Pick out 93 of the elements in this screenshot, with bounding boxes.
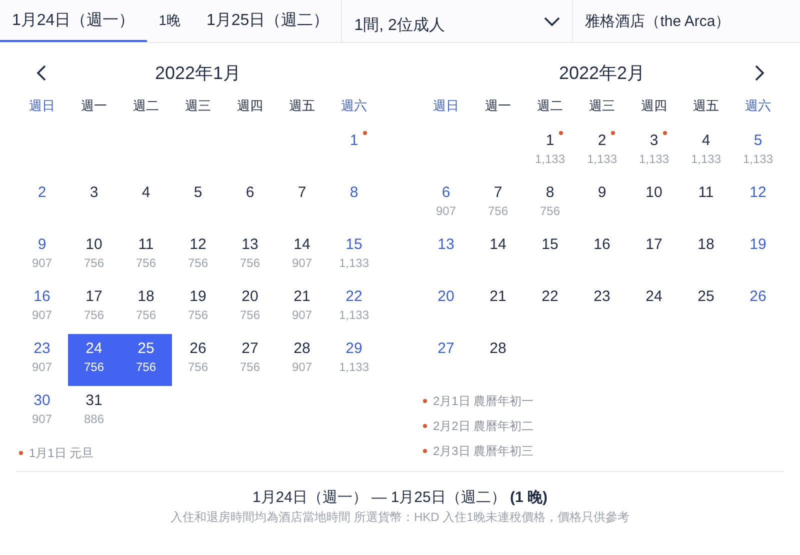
calendar-day[interactable]: 24 756 (68, 334, 120, 386)
price-note: 入住和退房時間均為酒店當地時間 所選貨幣：HKD 入住1晚未連稅價格，價格只供參考 (170, 509, 630, 525)
next-month-button[interactable] (753, 64, 765, 82)
calendar-day[interactable]: 17 (628, 230, 680, 282)
date-range-summary: 1月24日（週一） — 1月25日（週二） (1 晚) (251, 488, 549, 508)
calendar-day[interactable]: 15 1,133 (328, 230, 380, 282)
holiday-note: 1月1日 元旦 (29, 445, 94, 462)
calendar-day[interactable]: 9 (576, 178, 628, 230)
calendar-day[interactable]: 26 (732, 282, 784, 334)
calendar-day[interactable]: 7 (276, 178, 328, 230)
holiday-dot (423, 424, 427, 428)
weekday-label: 週二 (536, 97, 564, 115)
weekday-label: 週六 (340, 97, 368, 115)
calendar-day[interactable]: 18 756 (120, 282, 172, 334)
holiday-dot (423, 449, 427, 453)
calendar-day[interactable]: 4 (120, 178, 172, 230)
calendar-day[interactable]: 23 (576, 282, 628, 334)
calendar-day[interactable]: 18 (680, 230, 732, 282)
calendar-day[interactable]: 30 907 (16, 386, 68, 438)
calendar-day[interactable]: 15 (524, 230, 576, 282)
holiday-note: 2月1日 農曆年初一 (433, 393, 534, 410)
calendar-day[interactable]: 14 907 (276, 230, 328, 282)
calendar-day[interactable]: 1 (328, 126, 380, 178)
calendar-day[interactable]: 3 (68, 178, 120, 230)
calendar-day[interactable]: 9 907 (16, 230, 68, 282)
calendar-day[interactable]: 2 1,133 (576, 126, 628, 178)
weekday-label: 週四 (236, 97, 264, 115)
chevron-down-icon (544, 16, 560, 26)
calendar-day[interactable]: 17 756 (68, 282, 120, 334)
calendar-day[interactable]: 28 907 (276, 334, 328, 386)
weekday-label: 週五 (692, 97, 720, 115)
calendar-day[interactable]: 22 (524, 282, 576, 334)
calendar-day[interactable]: 11 (680, 178, 732, 230)
calendar-day[interactable]: 10 (628, 178, 680, 230)
holiday-note: 2月3日 農曆年初三 (433, 443, 534, 460)
month-title: 2022年1月 (154, 62, 242, 85)
calendar-day[interactable]: 19 (732, 230, 784, 282)
calendar-day[interactable]: 1 1,133 (524, 126, 576, 178)
guests-dropdown[interactable]: 1間, 2位成人 (341, 0, 572, 42)
weekday-label: 週日 (432, 97, 460, 115)
weekday-label: 週四 (640, 97, 668, 115)
holiday-dot (423, 399, 427, 403)
calendar-day[interactable]: 22 1,133 (328, 282, 380, 334)
calendar-day[interactable]: 5 (172, 178, 224, 230)
calendar-day[interactable]: 12 756 (172, 230, 224, 282)
weekday-label: 週一 (80, 97, 108, 115)
check-out-date-tab[interactable]: 1月25日（週二） (194, 0, 342, 42)
holiday-note: 2月2日 農曆年初二 (433, 418, 534, 435)
calendar-day[interactable]: 25 (680, 282, 732, 334)
weekday-label: 週三 (588, 97, 616, 115)
weekday-label: 週三 (184, 97, 212, 115)
calendar-day[interactable]: 25 756 (120, 334, 172, 386)
calendar-day[interactable]: 31 886 (68, 386, 120, 438)
weekday-label: 週五 (288, 97, 316, 115)
calendar-day[interactable]: 6 907 (420, 178, 472, 230)
month-title: 2022年2月 (558, 62, 646, 85)
calendar-day[interactable]: 27 (420, 334, 472, 386)
calendar-day[interactable]: 2 (16, 178, 68, 230)
calendar-day[interactable]: 19 756 (172, 282, 224, 334)
calendar-day[interactable]: 5 1,133 (732, 126, 784, 178)
calendar-day[interactable]: 13 756 (224, 230, 276, 282)
weekday-label: 週一 (484, 97, 512, 115)
weekday-label: 週日 (28, 97, 56, 115)
calendar-day[interactable]: 26 756 (172, 334, 224, 386)
weekday-label: 週六 (744, 97, 772, 115)
calendar-day[interactable]: 7 756 (472, 178, 524, 230)
calendar-day[interactable]: 8 756 (524, 178, 576, 230)
calendar-day[interactable]: 8 (328, 178, 380, 230)
calendar-day[interactable]: 11 756 (120, 230, 172, 282)
calendar-day[interactable]: 23 907 (16, 334, 68, 386)
weekday-label: 週二 (132, 97, 160, 115)
holiday-dot (19, 451, 23, 455)
calendar-day[interactable]: 14 (472, 230, 524, 282)
calendar-day[interactable]: 24 (628, 282, 680, 334)
calendar-day[interactable]: 21 907 (276, 282, 328, 334)
calendar-day[interactable]: 29 1,133 (328, 334, 380, 386)
calendar-day[interactable]: 16 907 (16, 282, 68, 334)
calendar-day[interactable]: 4 1,133 (680, 126, 732, 178)
calendar-day[interactable]: 20 (420, 282, 472, 334)
calendar-day[interactable]: 13 (420, 230, 472, 282)
calendar-day[interactable]: 21 (472, 282, 524, 334)
calendar-day[interactable]: 27 756 (224, 334, 276, 386)
calendar-day[interactable]: 6 (224, 178, 276, 230)
calendar-day[interactable]: 16 (576, 230, 628, 282)
calendar-day[interactable]: 3 1,133 (628, 126, 680, 178)
previous-month-button[interactable] (36, 64, 48, 82)
hotel-name: 雅格酒店（the Arca） (572, 0, 800, 42)
calendar-day[interactable]: 20 756 (224, 282, 276, 334)
check-in-date-tab[interactable]: 1月24日（週一） (0, 0, 147, 42)
calendar-day[interactable]: 12 (732, 178, 784, 230)
calendar-day[interactable]: 28 (472, 334, 524, 386)
calendar-day[interactable]: 10 756 (68, 230, 120, 282)
nights-count: 1晚 (158, 11, 182, 30)
